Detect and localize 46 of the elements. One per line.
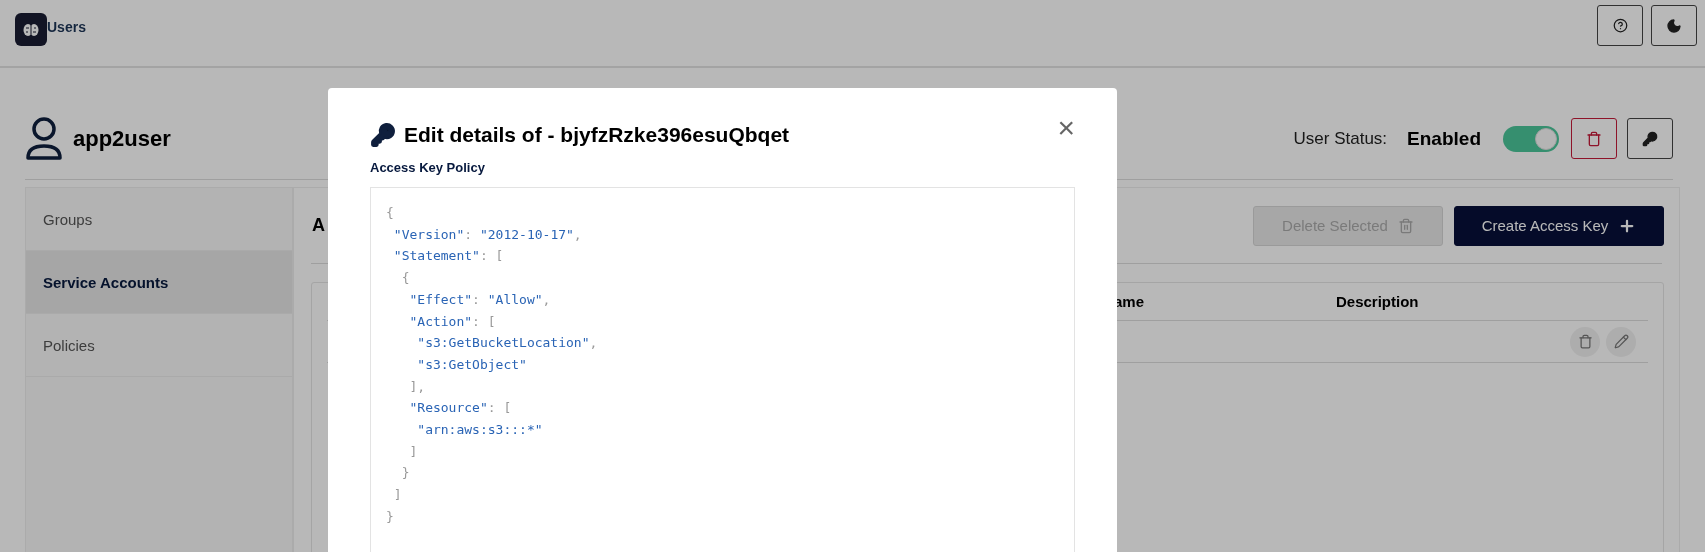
brain-icon	[23, 22, 39, 37]
dark-mode-button[interactable]	[1651, 5, 1697, 46]
help-button[interactable]	[1597, 5, 1643, 46]
help-icon	[1612, 18, 1628, 33]
user-icon	[25, 115, 63, 162]
trash-icon	[1586, 130, 1602, 147]
status-toggle[interactable]	[1503, 125, 1559, 152]
code-line: "Resource": [	[408, 399, 512, 418]
status-label: User Status:	[1293, 128, 1388, 149]
code-editor[interactable]: { "Version": "2012-10-17", "Statement": [ { "Effect": "Allow", "Action": [ "s3:GetBucketLocation", "s3:GetObject" ], "Resource": [ "arn:aws:s3:::*" ] } ] }	[370, 187, 1075, 552]
code-line: ]	[392, 486, 402, 505]
key-button[interactable]	[1627, 118, 1673, 159]
sidebar-item[interactable]: Policies	[26, 314, 292, 377]
page-title: Users	[47, 19, 86, 35]
code-line: "Version": "2012-10-17",	[392, 225, 582, 244]
code-line: }	[400, 464, 410, 483]
code-line: {	[386, 204, 394, 222]
edit-icon-button[interactable]	[1606, 326, 1636, 357]
code-line: "Action": [	[408, 312, 496, 331]
logo[interactable]	[15, 13, 47, 46]
delete-icon-button[interactable]	[1570, 326, 1600, 357]
code-line: "Statement": [	[392, 247, 504, 266]
key-icon	[370, 122, 396, 148]
field-label: Access Key Policy	[370, 160, 486, 175]
code-line: ],	[408, 377, 426, 396]
modal-title: Edit details of - bjyfzRzke396esuQbqet	[404, 123, 790, 147]
trash-icon	[1577, 334, 1593, 349]
code-line: }	[386, 507, 394, 526]
code-line: "s3:GetObject"	[416, 355, 527, 374]
key-icon	[1642, 130, 1658, 147]
status-value: Enabled	[1407, 127, 1481, 150]
user-name: app2user	[73, 125, 171, 152]
pencil-icon	[1613, 334, 1629, 349]
trash-icon	[1397, 217, 1414, 234]
delete-user-button[interactable]	[1571, 118, 1617, 159]
sidebar-item[interactable]: Service Accounts	[26, 251, 292, 314]
close-button[interactable]: ×	[1057, 113, 1075, 143]
code-line: "arn:aws:s3:::*"	[416, 421, 543, 440]
section-heading: A	[312, 215, 325, 236]
moon-icon	[1666, 17, 1682, 34]
column-header: Description	[1336, 293, 1420, 310]
code-line: "Effect": "Allow",	[408, 290, 551, 309]
code-line: ]	[408, 442, 418, 461]
create-access-key-button[interactable]: Create Access Key	[1454, 205, 1664, 246]
code-line: "s3:GetBucketLocation",	[416, 334, 598, 353]
code-line: {	[400, 269, 410, 288]
